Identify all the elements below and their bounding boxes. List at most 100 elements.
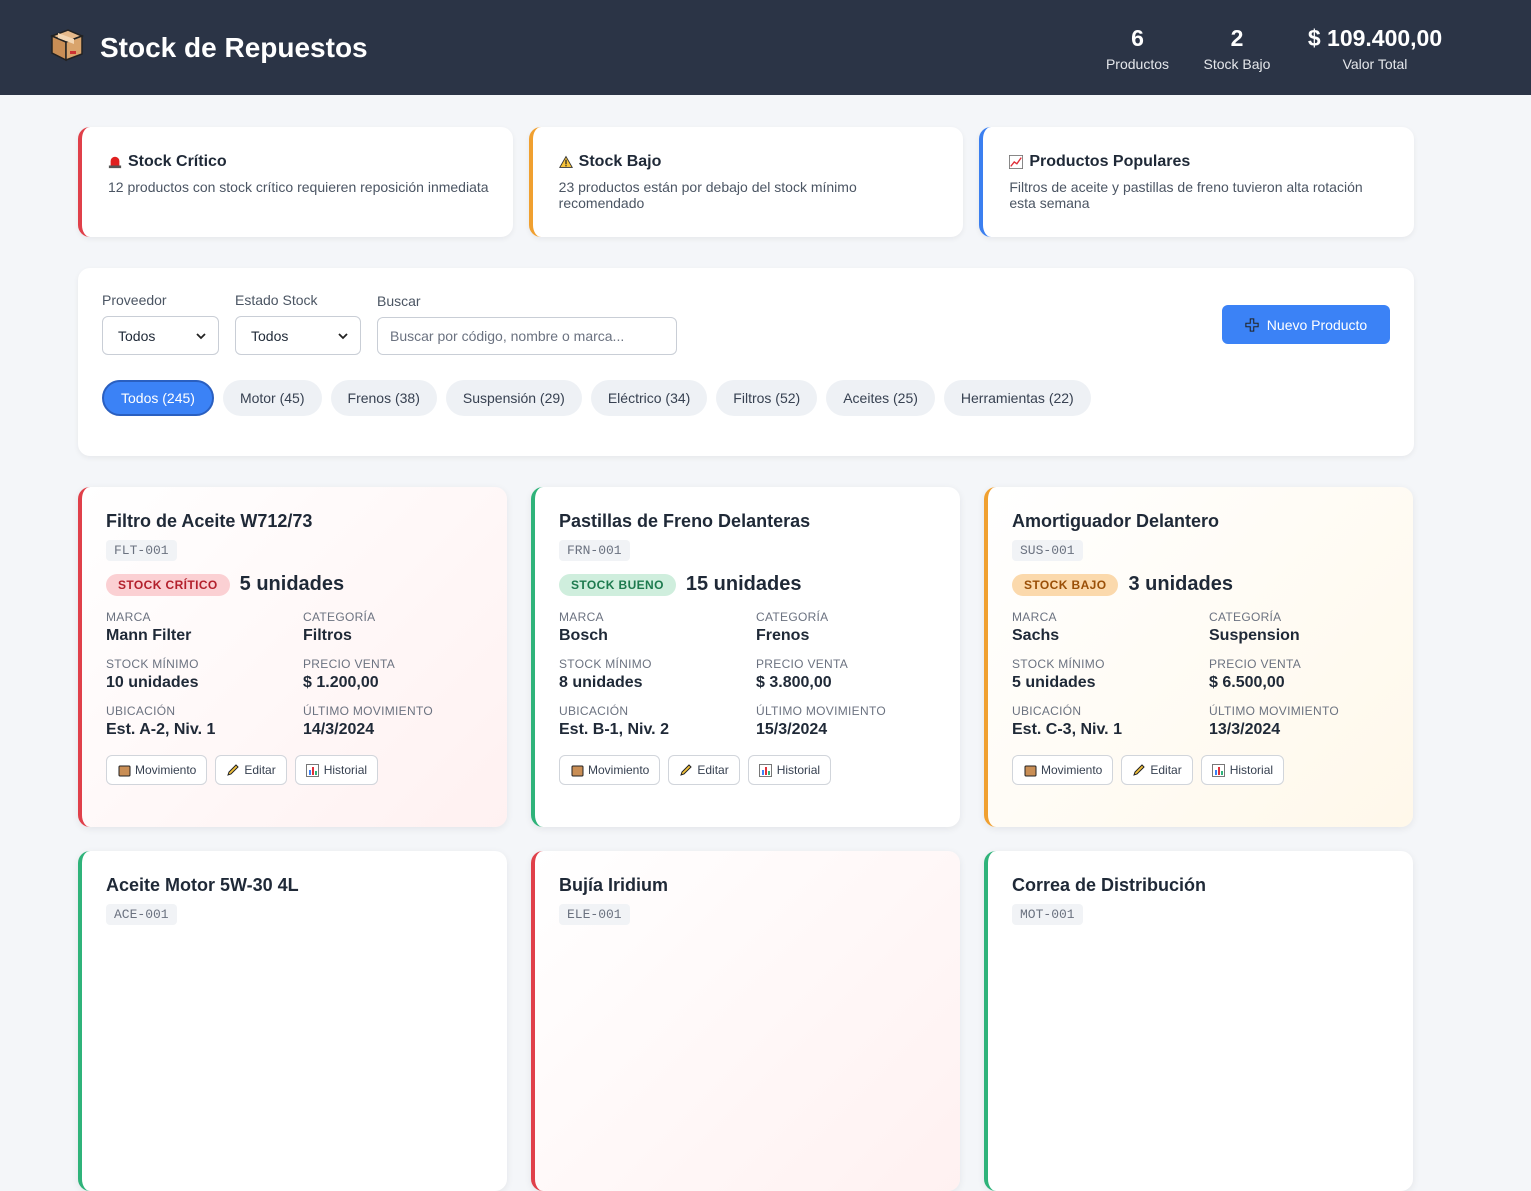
field-value: $ 1.200,00 <box>303 674 379 691</box>
product-code: FRN-001 <box>559 540 630 561</box>
field-value: Suspension <box>1209 627 1300 644</box>
search-placeholder: Buscar por código, nombre o marca... <box>390 328 625 344</box>
product-fields: MARCA Bosch CATEGORÍA Frenos STOCK MÍNIMO 8… <box>559 610 936 739</box>
product-card: Bujía Iridium ELE-001 <box>531 851 960 1191</box>
product-name: Bujía Iridium <box>559 875 669 895</box>
stat-products: 6 Productos <box>1105 24 1170 72</box>
chip-motor[interactable]: Motor (45) <box>222 380 322 416</box>
pencil-icon <box>1132 763 1146 777</box>
chip-electrico[interactable]: Eléctrico (34) <box>590 380 708 416</box>
chip-frenos[interactable]: Frenos (38) <box>330 380 437 416</box>
field-label: STOCK MÍNIMO <box>106 657 199 671</box>
card-actions: Movimiento Editar Historial <box>559 755 936 785</box>
new-product-label: Nuevo Producto <box>1266 316 1368 333</box>
edit-button[interactable]: Editar <box>1121 755 1193 785</box>
movement-button[interactable]: Movimiento <box>106 755 208 785</box>
field-price: PRECIO VENTA $ 1.200,00 <box>303 657 500 692</box>
history-button[interactable]: Historial <box>747 755 832 785</box>
field-label: ÚLTIMO MOVIMIENTO <box>1209 704 1339 718</box>
field-brand: MARCA Sachs <box>1012 610 1209 645</box>
stat-label: Stock Bajo <box>1203 55 1271 72</box>
edit-label: Editar <box>697 763 729 777</box>
field-location: UBICACIÓN Est. C-3, Niv. 1 <box>1012 704 1209 739</box>
product-name: Correa de Distribución <box>1012 875 1207 895</box>
field-label: MARCA <box>1012 610 1057 624</box>
provider-label: Proveedor <box>102 292 167 308</box>
field-label: STOCK MÍNIMO <box>559 657 652 671</box>
chip-aceites[interactable]: Aceites (25) <box>826 380 935 416</box>
product-code: MOT-001 <box>1012 904 1083 925</box>
bar-chart-icon <box>306 763 320 777</box>
chip-suspension[interactable]: Suspensión (29) <box>445 380 582 416</box>
provider-select[interactable]: Todos <box>102 316 219 355</box>
search-input[interactable]: Buscar por código, nombre o marca... <box>377 317 677 355</box>
field-brand: MARCA Bosch <box>559 610 756 645</box>
bar-chart-icon <box>759 763 773 777</box>
chip-todos[interactable]: Todos (245) <box>102 380 214 416</box>
field-label: CATEGORÍA <box>1209 610 1282 624</box>
field-value: 8 unidades <box>559 674 643 691</box>
movement-button[interactable]: Movimiento <box>1012 755 1114 785</box>
product-grid: Filtro de Aceite W712/73 FLT-001 STOCK C… <box>78 487 1414 1191</box>
field-value: $ 6.500,00 <box>1209 674 1285 691</box>
stat-low-stock: 2 Stock Bajo <box>1202 24 1272 72</box>
product-card: Correa de Distribución MOT-001 <box>984 851 1413 1191</box>
field-value: 5 unidades <box>1012 674 1096 691</box>
stock-status-select-value: Todos <box>251 327 289 344</box>
field-label: UBICACIÓN <box>106 704 176 718</box>
field-value: Filtros <box>303 627 352 644</box>
product-code: FLT-001 <box>106 540 177 561</box>
product-name: Amortiguador Delantero <box>1012 511 1220 531</box>
field-value: Sachs <box>1012 627 1060 644</box>
pencil-icon <box>679 763 693 777</box>
filters-panel: Proveedor Todos Estado Stock Todos Busca… <box>78 268 1414 456</box>
package-icon <box>570 763 584 777</box>
field-value: 10 unidades <box>106 674 199 691</box>
package-icon <box>1023 763 1037 777</box>
status-badge: STOCK BAJO <box>1012 573 1119 596</box>
product-card: Filtro de Aceite W712/73 FLT-001 STOCK C… <box>78 487 507 827</box>
plus-icon <box>1245 317 1259 332</box>
field-label: PRECIO VENTA <box>1209 657 1302 671</box>
status-badge: STOCK BUENO <box>559 573 676 596</box>
chip-filtros[interactable]: Filtros (52) <box>716 380 818 416</box>
field-value: Est. C-3, Niv. 1 <box>1012 721 1122 738</box>
stock-status-row: STOCK BUENO 15 unidades <box>559 573 936 596</box>
movement-label: Movimiento <box>1041 763 1103 777</box>
alert-title-text: Stock Crítico <box>128 153 227 170</box>
history-label: Historial <box>323 763 368 777</box>
category-filter-chips: Todos (245) Motor (45) Frenos (38) Suspe… <box>102 380 1091 416</box>
stock-status-select[interactable]: Todos <box>235 316 361 355</box>
field-value: $ 3.800,00 <box>756 674 832 691</box>
history-label: Historial <box>776 763 821 777</box>
movement-label: Movimiento <box>588 763 650 777</box>
alert-text: 23 productos están por debajo del stock … <box>558 179 857 211</box>
stock-status-row: STOCK BAJO 3 unidades <box>1012 573 1389 596</box>
field-price: PRECIO VENTA $ 6.500,00 <box>1209 657 1406 692</box>
field-last-move: ÚLTIMO MOVIMIENTO 13/3/2024 <box>1209 704 1406 739</box>
field-value: Frenos <box>756 627 810 644</box>
history-button[interactable]: Historial <box>294 755 379 785</box>
new-product-button[interactable]: Nuevo Producto <box>1222 305 1390 344</box>
movement-button[interactable]: Movimiento <box>559 755 661 785</box>
field-location: UBICACIÓN Est. B-1, Niv. 2 <box>559 704 756 739</box>
edit-button[interactable]: Editar <box>668 755 740 785</box>
edit-button[interactable]: Editar <box>215 755 287 785</box>
product-card: Aceite Motor 5W-30 4L ACE-001 <box>78 851 507 1191</box>
field-value: 14/3/2024 <box>303 721 375 738</box>
field-last-move: ÚLTIMO MOVIMIENTO 15/3/2024 <box>756 704 953 739</box>
movement-label: Movimiento <box>135 763 197 777</box>
field-label: STOCK MÍNIMO <box>1012 657 1105 671</box>
status-badge: STOCK CRÍTICO <box>106 573 230 596</box>
stat-value: $ 109.400,00 <box>1307 24 1443 51</box>
field-category: CATEGORÍA Suspension <box>1209 610 1406 645</box>
chip-herramientas[interactable]: Herramientas (22) <box>943 380 1091 416</box>
app-header: Stock de Repuestos 6 Productos 2 Stock B… <box>0 0 1531 95</box>
alert-popular-products: Productos Populares Filtros de aceite y … <box>979 127 1415 237</box>
chevron-down-icon <box>336 329 350 343</box>
stat-value: 6 <box>1131 24 1144 51</box>
page-title: Stock de Repuestos <box>100 31 368 63</box>
product-name: Filtro de Aceite W712/73 <box>106 511 313 531</box>
product-card: Amortiguador Delantero SUS-001 STOCK BAJ… <box>984 487 1413 827</box>
history-button[interactable]: Historial <box>1200 755 1285 785</box>
